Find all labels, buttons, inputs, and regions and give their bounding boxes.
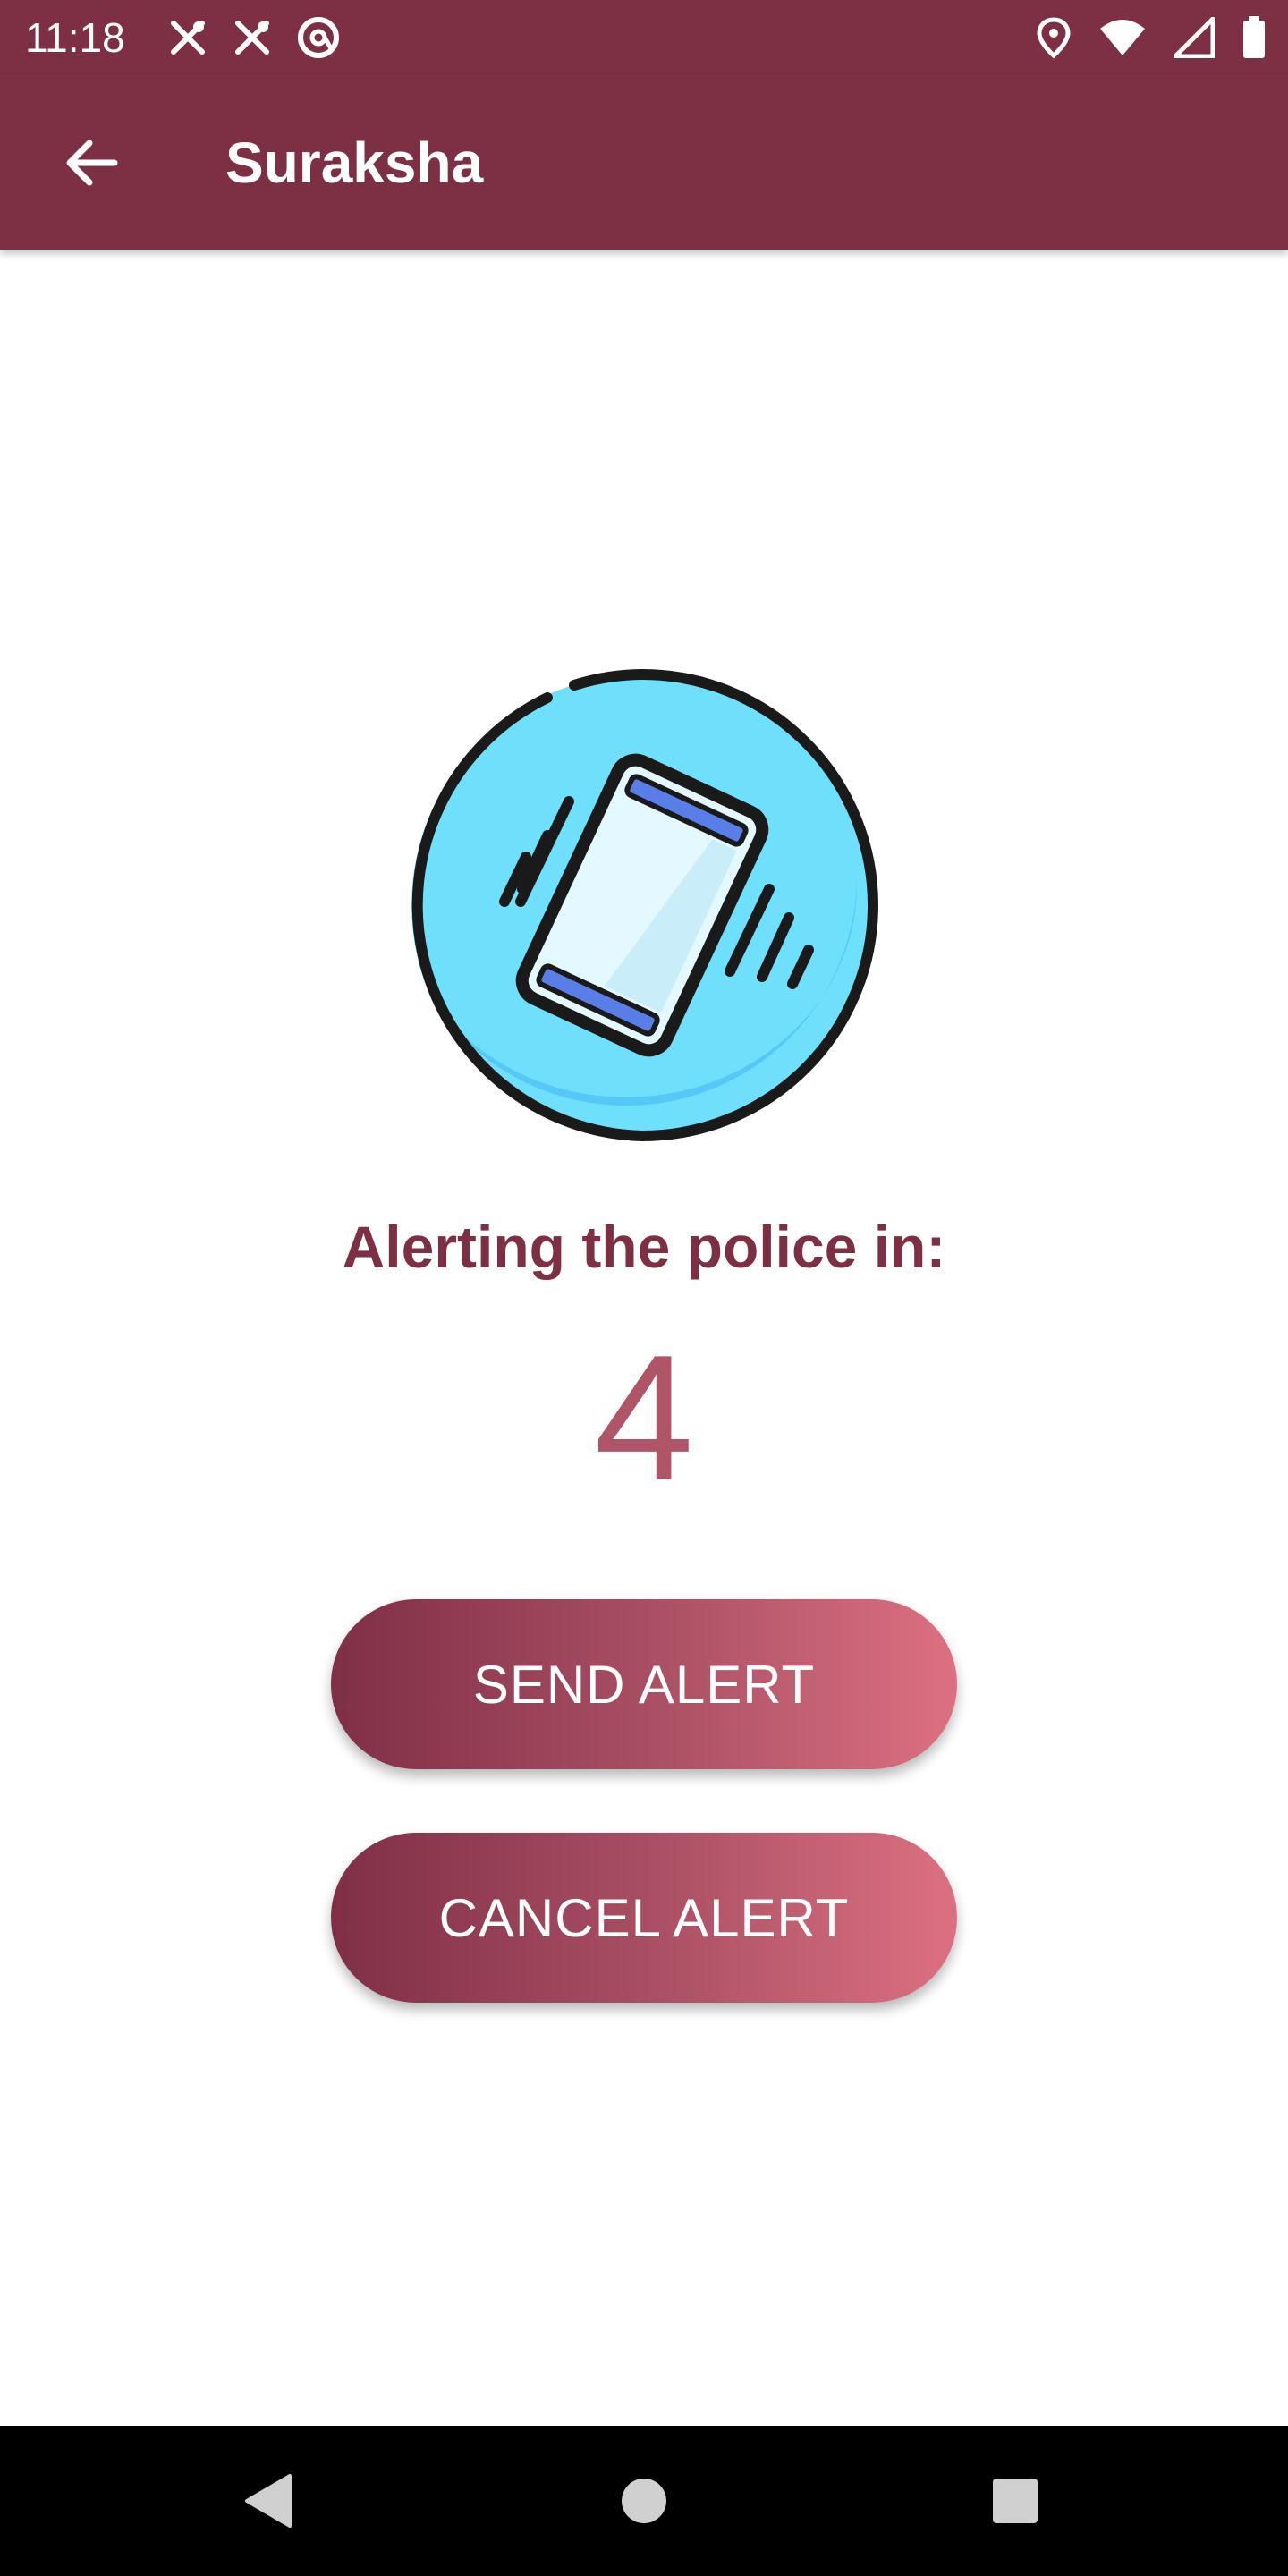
nav-home-button[interactable]	[599, 2456, 689, 2546]
signal-icon	[1174, 17, 1215, 58]
status-bar: 11:18	[0, 0, 1288, 75]
arrow-left-icon	[66, 140, 118, 186]
cancel-alert-button[interactable]: CANCEL ALERT	[331, 1833, 957, 2003]
square-recents-icon	[993, 2479, 1038, 2523]
screen: 11:18 Suraksha Alerting the police in: 4…	[0, 0, 1288, 2576]
countdown-value: 4	[594, 1318, 694, 1518]
location-pin-icon	[1037, 17, 1071, 59]
circle-home-icon	[622, 2479, 666, 2523]
wifi-icon	[1100, 20, 1145, 55]
fork-knife-icon	[235, 21, 269, 55]
send-alert-button[interactable]: SEND ALERT	[331, 1599, 957, 1769]
triangle-back-icon	[245, 2474, 292, 2528]
status-time: 11:18	[25, 14, 125, 61]
alert-heading: Alerting the police in:	[342, 1214, 946, 1280]
nav-recents-button[interactable]	[970, 2456, 1060, 2546]
battery-icon	[1243, 16, 1265, 58]
app-title: Suraksha	[225, 131, 484, 195]
navigation-bar	[0, 2426, 1288, 2576]
status-notification-icons	[166, 13, 342, 63]
at-sign-icon	[298, 17, 339, 58]
app-bar: Suraksha	[0, 75, 1288, 250]
fork-knife-icon	[171, 21, 205, 55]
status-system-icons	[1036, 13, 1267, 63]
back-button[interactable]	[39, 111, 143, 215]
vibrating-phone-icon	[411, 668, 878, 1142]
nav-back-button[interactable]	[224, 2456, 313, 2546]
